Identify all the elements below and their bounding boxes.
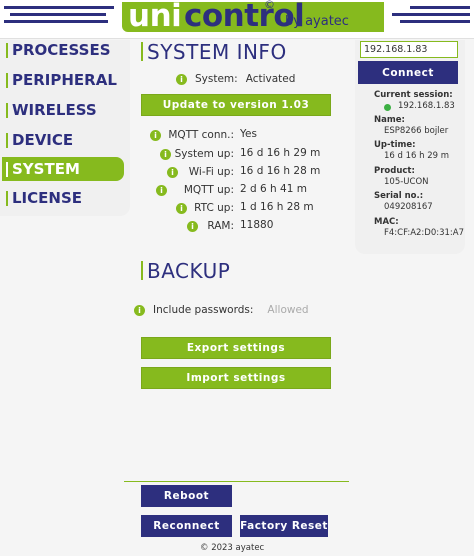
- nav-item-label: LICENSE: [12, 189, 82, 207]
- nav-item-system[interactable]: SYSTEM: [2, 157, 124, 181]
- nav-item-label: DEVICE: [12, 131, 74, 149]
- info-label: System up:: [174, 148, 234, 160]
- sidebar: PROCESSES PERIPHERAL WIRELESS DEVICE SYS…: [0, 40, 130, 216]
- include-passwords-label: Include passwords:: [153, 304, 254, 316]
- export-settings-button[interactable]: Export settings: [141, 337, 331, 359]
- info-row-rtc-up: i RTC up:: [176, 200, 234, 216]
- info-row-ram: i RAM:: [187, 218, 234, 234]
- system-status-label: System:: [195, 73, 238, 85]
- actions-divider: [124, 481, 349, 482]
- system-status-row: i System: Activated: [176, 71, 336, 87]
- nav-item-label: WIRELESS: [12, 101, 97, 119]
- brand-uni: uni: [128, 0, 182, 34]
- info-icon: i: [176, 73, 187, 85]
- footer-copyright: © 2023 ayatec: [200, 543, 265, 553]
- product-value: 105-UCON: [384, 177, 429, 187]
- backup-title: BACKUP: [141, 259, 230, 283]
- factory-reset-button[interactable]: Factory Reset: [240, 515, 328, 537]
- info-icon: i: [160, 148, 171, 160]
- nav-item-peripheral[interactable]: PERIPHERAL: [2, 68, 124, 92]
- info-icon: i: [167, 166, 178, 178]
- info-row-mqtt-up: i MQTT up:: [156, 182, 234, 198]
- nav-item-label: SYSTEM: [12, 160, 80, 178]
- brand-byline: by ayatec: [285, 14, 349, 29]
- ip-address-input[interactable]: 192.168.1.83: [360, 41, 458, 58]
- info-icon: i: [187, 220, 198, 232]
- serial-value: 049208167: [384, 202, 433, 212]
- product-label: Product:: [374, 166, 415, 176]
- serial-label: Serial no.:: [374, 191, 424, 201]
- info-icon: i: [134, 304, 145, 316]
- brand-registered-mark: ©: [264, 0, 275, 11]
- brand-logo: uni control © by ayatec: [122, 0, 384, 34]
- include-passwords-row: i Include passwords: Allowed: [134, 302, 334, 318]
- import-settings-button[interactable]: Import settings: [141, 367, 331, 389]
- info-label: MQTT conn.:: [168, 129, 234, 141]
- current-session-value: 192.168.1.83: [398, 101, 455, 111]
- left-stripes-decoration: [4, 6, 114, 27]
- nav-item-license[interactable]: LICENSE: [2, 186, 124, 210]
- uptime-value: 16 d 16 h 29 m: [384, 151, 450, 161]
- info-label: Wi-Fi up:: [188, 166, 234, 178]
- info-value: 1 d 16 h 28 m: [240, 201, 314, 213]
- current-session-label: Current session:: [374, 90, 453, 100]
- nav-item-wireless[interactable]: WIRELESS: [2, 98, 124, 122]
- info-label: MQTT up:: [183, 184, 234, 196]
- info-icon: i: [156, 184, 167, 196]
- connect-button[interactable]: Connect: [358, 61, 458, 84]
- info-value: 2 d 6 h 41 m: [240, 183, 307, 195]
- info-label: RAM:: [207, 220, 234, 232]
- info-row-wifi-up: i Wi-Fi up:: [167, 164, 234, 180]
- info-row-mqtt-conn: i MQTT conn.:: [150, 127, 234, 143]
- mac-label: MAC:: [374, 217, 399, 227]
- update-button[interactable]: Update to version 1.03: [141, 94, 331, 116]
- reboot-button[interactable]: Reboot: [141, 485, 232, 507]
- info-label: RTC up:: [194, 202, 234, 214]
- mac-value: F4:CF:A2:D0:31:A7: [384, 228, 464, 238]
- nav-item-label: PROCESSES: [12, 41, 111, 59]
- include-passwords-toggle[interactable]: Allowed: [267, 304, 308, 316]
- info-value: 11880: [240, 219, 274, 231]
- info-icon: i: [176, 202, 187, 214]
- right-stripes-decoration: [392, 6, 470, 27]
- info-icon: i: [150, 129, 161, 141]
- device-name-label: Name:: [374, 115, 405, 125]
- reconnect-button[interactable]: Reconnect: [141, 515, 232, 537]
- status-dot-icon: [384, 104, 391, 111]
- nav-item-device[interactable]: DEVICE: [2, 128, 124, 152]
- nav-item-label: PERIPHERAL: [12, 71, 117, 89]
- info-value: Yes: [240, 128, 257, 140]
- system-status-value: Activated: [245, 73, 296, 85]
- header: uni control © by ayatec: [0, 0, 474, 38]
- system-info-title: SYSTEM INFO: [141, 40, 287, 64]
- info-value: 16 d 16 h 28 m: [240, 165, 321, 177]
- uptime-label: Up-time:: [374, 140, 416, 150]
- nav-item-processes[interactable]: PROCESSES: [2, 38, 124, 62]
- device-name-value: ESP8266 bojler: [384, 126, 449, 136]
- info-value: 16 d 16 h 29 m: [240, 147, 321, 159]
- info-row-system-up: i System up:: [160, 146, 234, 162]
